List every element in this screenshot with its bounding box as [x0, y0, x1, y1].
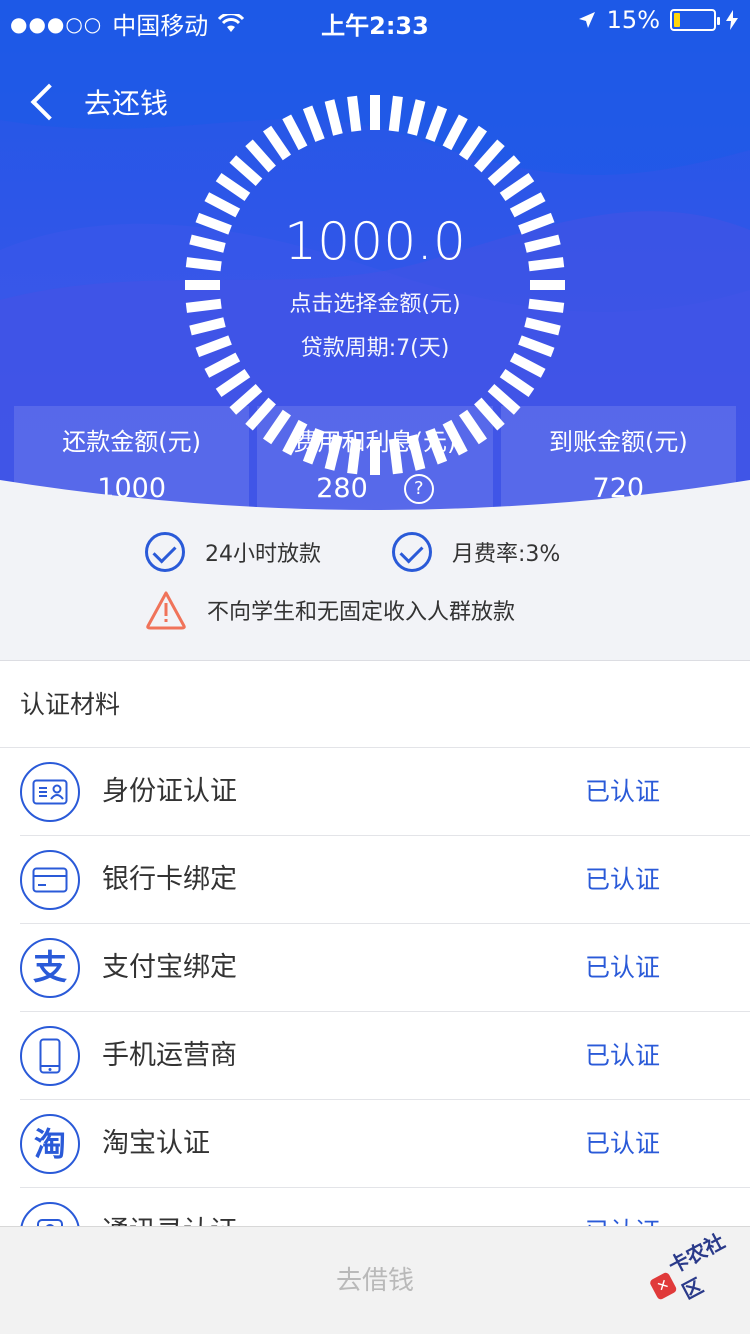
cert-list: 身份证认证 已认证 银行卡绑定 已认证 支 支付宝绑定 已认证 手机运营商 已认… [0, 748, 750, 1276]
alipay-icon: 支 [20, 938, 80, 998]
ring-tick [474, 139, 505, 173]
ring-tick [499, 172, 535, 202]
amount-selector[interactable]: 1000.0 点击选择金额(元) 贷款周期:7(天) [175, 210, 575, 362]
cert-item-status: 已认证 [584, 953, 660, 982]
bottom-bar: 去借钱 [0, 1226, 750, 1334]
ring-tick [499, 368, 535, 398]
borrow-button[interactable]: 去借钱 [0, 1227, 750, 1334]
ring-tick [282, 114, 308, 151]
taobao-icon: 淘 [20, 1114, 80, 1174]
ring-tick [229, 155, 263, 186]
back-label: 去还钱 [84, 87, 169, 120]
amount-hint: 点击选择金额(元) [289, 292, 461, 317]
cert-item-name: 支付宝绑定 [102, 952, 237, 983]
status-bar: ●●●○○ 中国移动 上午2:33 15% [0, 0, 750, 40]
ring-tick [347, 95, 362, 132]
stat-label: 到账金额(元) [548, 428, 688, 456]
bank-card-icon [20, 850, 80, 910]
battery-percent: 15% [606, 6, 660, 34]
feature-text: 24小时放款 [205, 542, 321, 567]
check-circle-icon [145, 532, 185, 572]
feature-rate: 月费率:3% [392, 532, 560, 572]
battery-level [674, 13, 680, 27]
charging-bolt-icon [726, 10, 738, 30]
cert-item-carrier[interactable]: 手机运营商 已认证 [20, 1012, 750, 1100]
ring-tick [245, 139, 276, 173]
loan-amount: 1000.0 [284, 212, 466, 272]
cert-item-name: 手机运营商 [102, 1040, 237, 1071]
id-card-icon [20, 762, 80, 822]
cert-section-title: 认证材料 [0, 660, 750, 748]
ring-tick [324, 99, 343, 136]
location-arrow-icon [578, 12, 595, 28]
feature-fast-loan: 24小时放款 [145, 532, 321, 572]
ring-tick [302, 105, 325, 142]
taobao-glyph: 淘 [33, 1125, 66, 1163]
ring-tick [487, 155, 521, 186]
stat-label: 还款金额(元) [62, 428, 202, 456]
cert-item-status: 已认证 [584, 1041, 660, 1070]
cert-item-name: 身份证认证 [102, 776, 237, 807]
features-panel: 24小时放款 月费率:3% 不向学生和无固定收入人群放款 [0, 520, 750, 660]
cert-item-status: 已认证 [584, 865, 660, 894]
feature-warning: 不向学生和无固定收入人群放款 [145, 590, 515, 630]
check-circle-icon [392, 532, 432, 572]
stat-label: 费用和利息(元) [293, 428, 457, 456]
ring-tick [215, 172, 251, 202]
ring-tick [262, 125, 292, 161]
cert-item-alipay[interactable]: 支 支付宝绑定 已认证 [20, 924, 750, 1012]
ring-tick [442, 114, 468, 151]
alipay-glyph: 支 [33, 948, 67, 988]
loan-period: 贷款周期:7(天) [300, 336, 450, 361]
ring-tick [388, 95, 403, 132]
cert-item-id-card[interactable]: 身份证认证 已认证 [20, 748, 750, 836]
back-button[interactable]: 去还钱 [24, 82, 168, 122]
cert-item-status: 已认证 [584, 777, 660, 806]
ring-tick [425, 105, 448, 142]
ring-tick [458, 125, 488, 161]
battery-icon [670, 9, 720, 31]
cert-item-bank-card[interactable]: 银行卡绑定 已认证 [20, 836, 750, 924]
cert-item-status: 已认证 [584, 1129, 660, 1158]
ring-tick [215, 368, 251, 398]
chevron-left-icon [30, 83, 68, 121]
phone-icon [20, 1026, 80, 1086]
cert-item-taobao[interactable]: 淘 淘宝认证 已认证 [20, 1100, 750, 1188]
feature-text: 不向学生和无固定收入人群放款 [207, 600, 516, 625]
warning-icon [146, 591, 186, 630]
cert-item-name: 淘宝认证 [102, 1128, 210, 1159]
ring-tick [407, 99, 426, 136]
feature-text: 月费率:3% [452, 542, 561, 567]
cert-item-name: 银行卡绑定 [102, 864, 237, 895]
